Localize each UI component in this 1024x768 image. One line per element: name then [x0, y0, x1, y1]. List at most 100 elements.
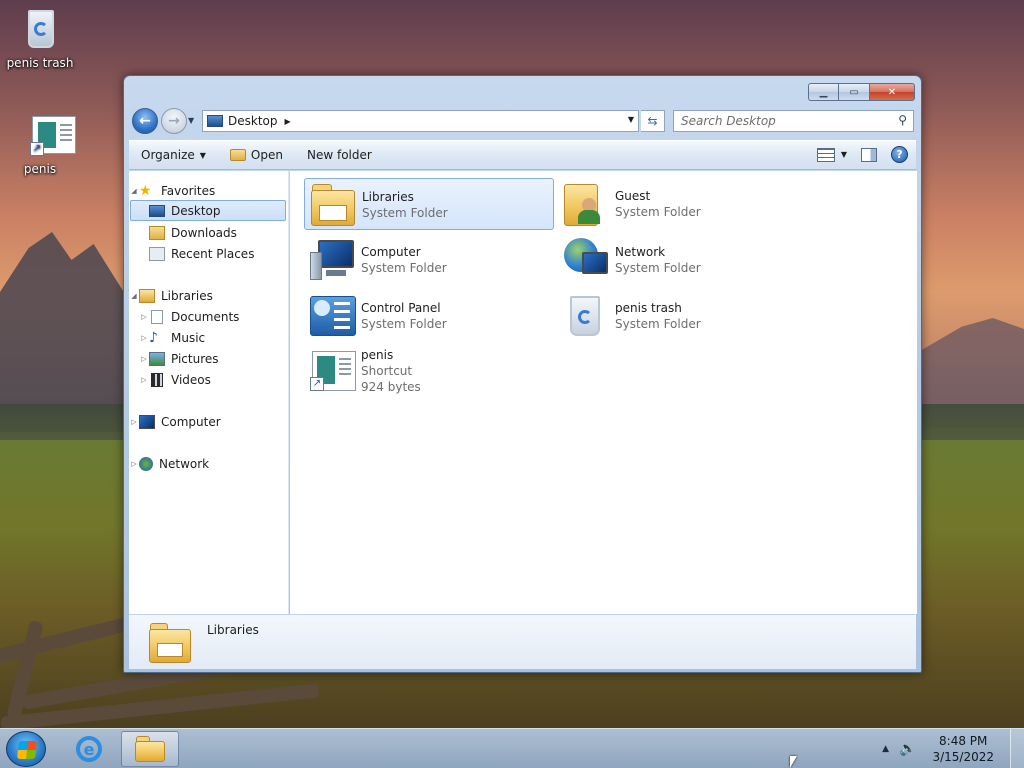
nav-favorites[interactable]: ◢ ★ Favorites [129, 180, 286, 201]
nav-libraries[interactable]: ◢ Libraries [129, 285, 286, 306]
new-folder-label: New folder [306, 148, 372, 162]
arrow-left-icon: ← [139, 113, 151, 129]
shortcut-arrow-icon: ↗ [310, 377, 324, 391]
volume-icon[interactable]: 🔈 [899, 741, 916, 757]
mouse-cursor-icon [790, 756, 797, 768]
expand-arrow-icon[interactable]: ◢ [129, 292, 139, 300]
details-pane: Libraries [129, 614, 916, 669]
item-name: Guest [615, 189, 651, 203]
desktop-icon-shortcut[interactable]: ↗ penis [0, 112, 80, 176]
search-input[interactable] [681, 114, 886, 128]
item-name: penis [361, 348, 394, 362]
documents-icon [151, 309, 163, 324]
nav-downloads[interactable]: Downloads [129, 222, 286, 243]
recent-places-icon [149, 246, 165, 261]
nav-desktop[interactable]: Desktop [130, 200, 286, 221]
expand-arrow-icon[interactable]: ▷ [139, 376, 149, 384]
new-folder-button[interactable]: New folder [295, 141, 384, 169]
expand-arrow-icon[interactable]: ▷ [129, 460, 139, 468]
navigation-pane: ◢ ★ Favorites Desktop Downloads Recent P… [129, 171, 289, 614]
address-bar[interactable]: Desktop ▶ ▼ [202, 110, 639, 132]
nav-computer[interactable]: ▷ Computer [129, 411, 286, 432]
shortcut-file-icon: ↗ [16, 112, 76, 160]
breadcrumb-desktop[interactable]: Desktop [228, 114, 278, 128]
start-button[interactable] [6, 731, 46, 767]
control-panel-icon [308, 292, 356, 340]
desktop-icon-recycle-bin[interactable]: penis trash [0, 6, 80, 70]
taskbar-explorer[interactable] [121, 731, 179, 767]
organize-label: Organize [141, 148, 195, 162]
nav-pictures[interactable]: ▷ Pictures [129, 348, 286, 369]
search-box[interactable]: ⚲ [673, 110, 914, 132]
item-type: Shortcut [361, 364, 413, 378]
clock[interactable]: 8:48 PM 3/15/2022 [932, 733, 994, 765]
recent-pages-dropdown[interactable]: ▼ [188, 116, 194, 125]
nav-label: Music [171, 330, 206, 345]
desktop-icon [149, 204, 165, 217]
expand-arrow-icon[interactable]: ▷ [139, 313, 149, 321]
item-name: Control Panel [361, 301, 441, 315]
close-button[interactable]: ✕ [869, 83, 915, 101]
item-type: System Folder [615, 261, 701, 275]
item-penis-shortcut[interactable]: ↗ penis Shortcut 924 bytes [304, 343, 554, 413]
expand-arrow-icon[interactable]: ▷ [129, 418, 139, 426]
back-button[interactable]: ← [132, 108, 158, 134]
explorer-folder-icon [135, 736, 165, 762]
maximize-button[interactable]: ▭ [838, 83, 869, 101]
libraries-icon [139, 288, 155, 303]
expand-arrow-icon[interactable]: ◢ [129, 187, 139, 195]
item-type: System Folder [615, 205, 701, 219]
taskbar: e ▲ 🔈 8:48 PM 3/15/2022 [0, 728, 1024, 768]
item-control-panel[interactable]: Control Panel System Folder [304, 290, 554, 342]
music-icon: ♪ [149, 329, 158, 346]
item-name: Computer [361, 245, 421, 259]
open-label: Open [250, 148, 283, 162]
help-button[interactable]: ? [891, 146, 908, 163]
item-libraries[interactable]: Libraries System Folder [304, 178, 554, 230]
address-dropdown-icon[interactable]: ▼ [628, 115, 634, 124]
minimize-button[interactable]: ▁ [808, 83, 838, 101]
item-type: System Folder [362, 206, 448, 220]
nav-label: Downloads [171, 225, 237, 240]
chevron-down-icon: ▼ [199, 150, 206, 160]
libraries-folder-icon [309, 181, 357, 229]
nav-label: Pictures [171, 351, 219, 366]
item-type: System Folder [361, 261, 447, 275]
item-name: Network [615, 245, 666, 259]
preview-pane-button[interactable] [861, 147, 877, 162]
show-hidden-icons-button[interactable]: ▲ [882, 744, 889, 754]
nav-network[interactable]: ▷ Network [129, 453, 286, 474]
change-view-button[interactable]: ▼ [816, 147, 847, 162]
desktop-icon-label: penis [23, 162, 57, 176]
refresh-button[interactable]: ⇆ [641, 110, 665, 132]
libraries-folder-icon [149, 621, 193, 663]
nav-label: Network [159, 456, 210, 471]
windows-logo-icon [17, 741, 37, 759]
videos-icon [151, 372, 163, 387]
item-network[interactable]: Network System Folder [558, 234, 808, 286]
organize-button[interactable]: Organize ▼ [129, 141, 218, 169]
item-guest[interactable]: Guest System Folder [558, 178, 808, 230]
expand-arrow-icon[interactable]: ▷ [139, 355, 149, 363]
desktop-icon-label: penis trash [6, 56, 74, 70]
computer-icon [139, 414, 155, 429]
search-icon[interactable]: ⚲ [898, 113, 907, 127]
downloads-icon [149, 225, 165, 240]
nav-documents[interactable]: ▷ Documents [129, 306, 286, 327]
file-list: Libraries System Folder Guest System Fol… [290, 171, 917, 614]
caption-buttons: ▁ ▭ ✕ [808, 83, 915, 101]
nav-label: Videos [171, 372, 211, 387]
nav-label: Documents [171, 309, 240, 324]
user-folder-icon [562, 180, 610, 228]
expand-arrow-icon[interactable]: ▷ [139, 334, 149, 342]
item-computer[interactable]: Computer System Folder [304, 234, 554, 286]
item-penis-trash[interactable]: penis trash System Folder [558, 290, 808, 342]
forward-button[interactable]: → [161, 108, 187, 134]
nav-videos[interactable]: ▷ Videos [129, 369, 286, 390]
taskbar-internet-explorer[interactable]: e [60, 731, 118, 767]
breadcrumb-chevron-icon[interactable]: ▶ [285, 117, 291, 126]
nav-recent-places[interactable]: Recent Places [129, 243, 286, 264]
show-desktop-button[interactable] [1010, 729, 1024, 768]
open-button[interactable]: Open [218, 141, 295, 169]
nav-music[interactable]: ▷ ♪ Music [129, 327, 286, 348]
